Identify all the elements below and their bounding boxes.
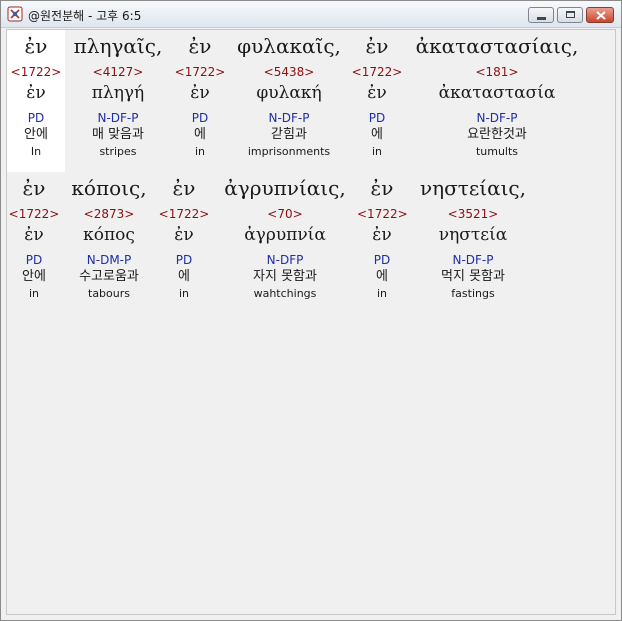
word-cell[interactable]: ἐν <1722> ἐν PD 에 in — [157, 172, 211, 301]
korean-gloss: 에 — [371, 127, 383, 142]
strong-number[interactable]: <3521> — [409, 207, 537, 221]
greek-word: ἐν — [365, 34, 389, 58]
english-gloss: tumults — [475, 145, 519, 158]
lemma: νηστεία — [438, 225, 508, 245]
lemma: ἀκαταστασία — [438, 83, 556, 103]
korean-gloss: 에 — [178, 269, 190, 284]
greek-word: νηστείαις, — [420, 176, 526, 200]
greek-word: ἐν — [370, 176, 394, 200]
word-cell[interactable]: κόποις, <2873> κόπος N-DM-P 수고로움과 tabour… — [61, 172, 157, 301]
word-cell[interactable]: ἐν <1722> ἐν PD 에 in — [357, 172, 408, 301]
maximize-button[interactable] — [557, 7, 583, 23]
strong-number[interactable]: <2873> — [61, 207, 157, 221]
parse-code: N-DFP — [266, 253, 304, 267]
korean-gloss: 먹지 못함과 — [441, 269, 505, 284]
english-gloss: tabours — [88, 287, 130, 300]
lemma: ἐν — [26, 83, 46, 103]
verse-line: ἐν <1722> ἐν PD 안에 In πληγαῖς, <4127> πλ… — [7, 30, 617, 172]
lemma: ἐν — [24, 225, 44, 245]
english-gloss: fastings — [451, 287, 495, 300]
parse-code: N-DM-P — [86, 253, 132, 267]
word-cell[interactable]: ἐν <1722> ἐν PD 에 in — [173, 30, 227, 159]
minimize-button[interactable] — [528, 7, 554, 23]
word-cell[interactable]: πληγαῖς, <4127> πληγή N-DF-P 매 맞음과 strip… — [65, 30, 171, 159]
minimize-icon — [537, 17, 546, 20]
lemma: ἐν — [190, 83, 210, 103]
lemma: ἀγρυπνία — [244, 225, 326, 245]
word-cell[interactable]: ἐν <1722> ἐν PD 안에 In — [7, 30, 65, 159]
lemma: πληγή — [91, 83, 145, 103]
parse-code: N-DF-P — [452, 253, 494, 267]
strong-number[interactable]: <181> — [407, 65, 587, 79]
parse-code: N-DF-P — [476, 111, 518, 125]
parse-code: PD — [368, 111, 386, 125]
strong-number[interactable]: <5438> — [231, 65, 347, 79]
word-cell[interactable]: νηστείαις, <3521> νηστεία N-DF-P 먹지 못함과 … — [409, 172, 537, 301]
korean-gloss: 안에 — [22, 269, 46, 284]
english-gloss: in — [376, 287, 388, 300]
korean-gloss: 매 맞음과 — [92, 127, 144, 142]
word-cell[interactable]: ἀκαταστασίαις, <181> ἀκαταστασία N-DF-P … — [407, 30, 587, 159]
korean-gloss: 에 — [194, 127, 206, 142]
strong-number[interactable]: <4127> — [65, 65, 171, 79]
parse-code: PD — [25, 253, 43, 267]
korean-gloss: 수고로움과 — [79, 269, 139, 284]
greek-word: κόποις, — [71, 176, 147, 200]
strong-number[interactable]: <1722> — [349, 65, 405, 79]
korean-gloss: 에 — [376, 269, 388, 284]
greek-word: πληγαῖς, — [73, 34, 163, 58]
strong-number[interactable]: <1722> — [157, 207, 211, 221]
analysis-pane: ἐν <1722> ἐν PD 안에 In πληγαῖς, <4127> πλ… — [6, 29, 616, 615]
main-window: @원전분해 - 고후 6:5 ἐν <1722> ἐν PD 안에 In πλη… — [0, 0, 622, 621]
strong-number[interactable]: <1722> — [173, 65, 227, 79]
greek-word: φυλακαῖς, — [237, 34, 341, 58]
parse-code: N-DF-P — [268, 111, 310, 125]
greek-word: ἀγρυπνίαις, — [224, 176, 346, 200]
english-gloss: in — [28, 287, 40, 300]
english-gloss: in — [194, 145, 206, 158]
lemma: φυλακή — [256, 83, 322, 103]
parse-code: PD — [175, 253, 193, 267]
word-cell[interactable]: ἐν <1722> ἐν PD 안에 in — [7, 172, 61, 301]
english-gloss: in — [178, 287, 190, 300]
korean-gloss: 안에 — [24, 127, 48, 142]
korean-gloss: 요란한것과 — [467, 127, 527, 142]
title-bar[interactable]: @원전분해 - 고후 6:5 — [1, 1, 621, 28]
english-gloss: wahtchings — [253, 287, 317, 300]
strong-number[interactable]: <70> — [213, 207, 357, 221]
maximize-icon — [566, 11, 575, 18]
parse-code: PD — [191, 111, 209, 125]
english-gloss: stripes — [99, 145, 137, 158]
parse-code: N-DF-P — [97, 111, 139, 125]
greek-word: ἀκαταστασίαις, — [415, 34, 579, 58]
lemma: ἐν — [372, 225, 392, 245]
strong-number[interactable]: <1722> — [357, 207, 408, 221]
parse-code: PD — [27, 111, 45, 125]
word-cell[interactable]: ἀγρυπνίαις, <70> ἀγρυπνία N-DFP 자지 못함과 w… — [213, 172, 357, 301]
strong-number[interactable]: <1722> — [7, 65, 65, 79]
word-cell[interactable]: φυλακαῖς, <5438> φυλακή N-DF-P 갇힘과 impri… — [231, 30, 347, 159]
close-icon — [596, 11, 606, 20]
english-gloss: In — [30, 145, 42, 158]
greek-word: ἐν — [172, 176, 196, 200]
english-gloss: in — [371, 145, 383, 158]
english-gloss: imprisonments — [247, 145, 331, 158]
window-title: @원전분해 - 고후 6:5 — [28, 9, 142, 23]
close-button[interactable] — [586, 7, 614, 23]
strong-number[interactable]: <1722> — [7, 207, 61, 221]
korean-gloss: 자지 못함과 — [253, 269, 317, 284]
greek-word: ἐν — [24, 34, 48, 58]
parse-code: PD — [373, 253, 391, 267]
lemma: ἐν — [367, 83, 387, 103]
word-cell[interactable]: ἐν <1722> ἐν PD 에 in — [349, 30, 405, 159]
lemma: ἐν — [174, 225, 194, 245]
app-icon — [7, 6, 23, 22]
lemma: κόπος — [83, 225, 135, 245]
greek-word: ἐν — [188, 34, 212, 58]
greek-word: ἐν — [22, 176, 46, 200]
verse-line: ἐν <1722> ἐν PD 안에 in κόποις, <2873> κόπ… — [7, 172, 617, 314]
korean-gloss: 갇힘과 — [271, 127, 307, 142]
